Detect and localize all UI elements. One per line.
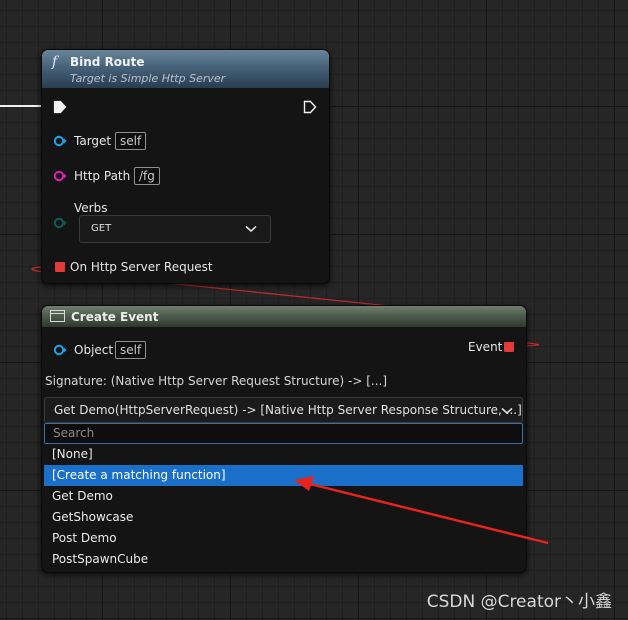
function-dropdown-value: Get Demo(HttpServerRequest) -> [Native H… [54, 403, 522, 417]
target-value-field[interactable]: self [115, 132, 147, 150]
bind-route-node[interactable]: f Bind Route Target is Simple Http Serve… [41, 49, 330, 284]
search-input[interactable]: Search [44, 423, 523, 444]
create-event-header[interactable]: Create Event [42, 306, 526, 327]
function-icon: f [52, 54, 58, 70]
enum-pin-icon[interactable] [53, 217, 67, 229]
option-getshowcase[interactable]: GetShowcase [44, 507, 523, 528]
option-create-matching-function[interactable]: [Create a matching function] [44, 465, 523, 486]
object-pin-icon[interactable] [53, 135, 67, 147]
watermark-text: CSDN @Creator丶小鑫 [426, 592, 612, 612]
verbs-value: GET [91, 223, 112, 234]
bind-route-header[interactable]: f Bind Route Target is Simple Http Serve… [42, 50, 329, 88]
verbs-label: Verbs [74, 201, 108, 215]
function-options-list: [None] [Create a matching function] Get … [44, 444, 523, 570]
function-dropdown[interactable]: Get Demo(HttpServerRequest) -> [Native H… [44, 397, 523, 423]
create-event-title: Create Event [71, 310, 159, 324]
option-get-demo[interactable]: Get Demo [44, 486, 523, 507]
object-label: Object [74, 343, 114, 357]
event-grid-icon [50, 310, 65, 322]
event-label: Event [468, 340, 503, 354]
verbs-dropdown[interactable]: GET [79, 215, 271, 243]
signature-text: Signature: (Native Http Server Request S… [45, 374, 388, 388]
http-path-field[interactable]: /fg [134, 167, 160, 185]
exec-out-pin-icon[interactable] [303, 100, 317, 114]
on-http-server-request-label: On Http Server Request [70, 260, 213, 274]
object-pin-icon[interactable] [53, 344, 67, 356]
delegate-pin-icon[interactable] [55, 262, 65, 272]
create-event-node[interactable]: Create Event Object self Event Signature… [41, 305, 527, 573]
string-pin-icon[interactable] [53, 170, 67, 182]
option-none[interactable]: [None] [44, 444, 523, 465]
target-label: Target [74, 134, 112, 148]
bind-route-title: Bind Route [70, 55, 145, 69]
bind-route-subtitle: Target is Simple Http Server [70, 72, 226, 85]
delegate-pin-icon[interactable] [504, 342, 514, 352]
object-value-field[interactable]: self [115, 341, 147, 359]
http-path-label: Http Path [74, 169, 131, 183]
chevron-down-icon [501, 407, 513, 415]
option-post-demo[interactable]: Post Demo [44, 528, 523, 549]
option-postspawncube[interactable]: PostSpawnCube [44, 549, 523, 570]
chevron-down-icon [245, 225, 257, 233]
exec-in-pin-icon[interactable] [53, 100, 67, 114]
